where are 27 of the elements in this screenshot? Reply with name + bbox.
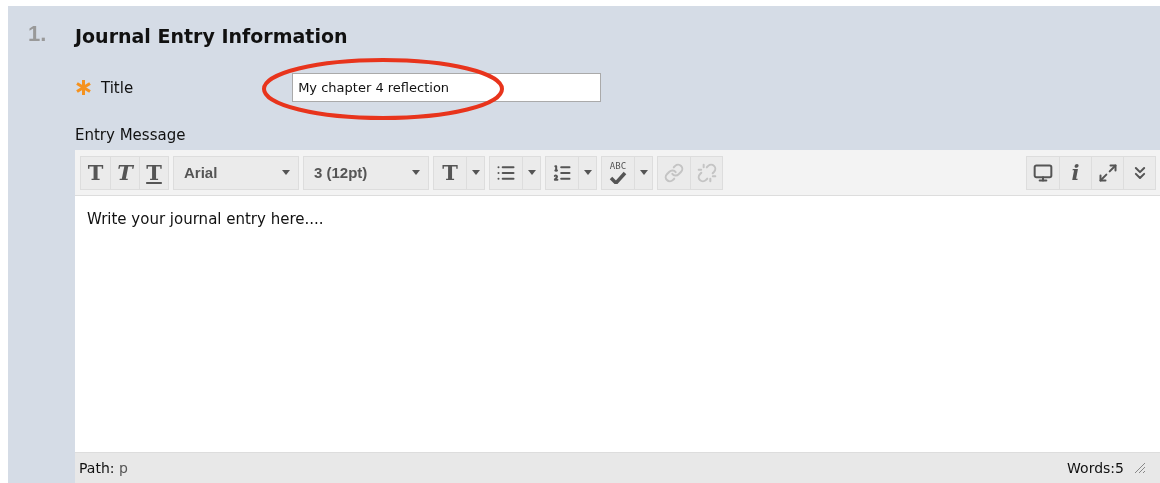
caret-icon [412, 170, 420, 175]
font-select[interactable]: Arial [174, 156, 298, 189]
check-icon [609, 170, 627, 184]
bold-button[interactable]: T [81, 156, 110, 189]
numbered-list-icon [552, 162, 572, 183]
size-select[interactable]: 3 (12pt) [304, 156, 428, 189]
monitor-icon [1033, 162, 1053, 183]
title-field[interactable]: My chapter 4 reflection [292, 73, 602, 102]
link-icon [664, 162, 684, 183]
field-label: Title [101, 78, 134, 97]
underline-button[interactable]: T [139, 156, 168, 189]
resize-grip-icon[interactable] [1134, 462, 1146, 474]
path-text: Path: p [79, 460, 128, 476]
broken-link-icon [696, 162, 717, 183]
editor-body[interactable]: Write your journal entry here.... [75, 196, 1160, 452]
field-label: Entry Message [75, 126, 186, 144]
caret-icon [639, 170, 648, 175]
caret-icon [282, 170, 290, 175]
caret-icon [583, 170, 592, 175]
caret-icon [471, 170, 480, 175]
fullscreen-icon [1097, 162, 1118, 183]
italic-button[interactable]: T [110, 156, 139, 189]
caret-icon [527, 170, 536, 175]
section-title: Journal Entry Information [75, 24, 348, 48]
section-number: 1. [27, 21, 48, 47]
entry-text: Write your journal entry here.... [87, 210, 324, 228]
word-count: Words:5 [1067, 460, 1124, 476]
